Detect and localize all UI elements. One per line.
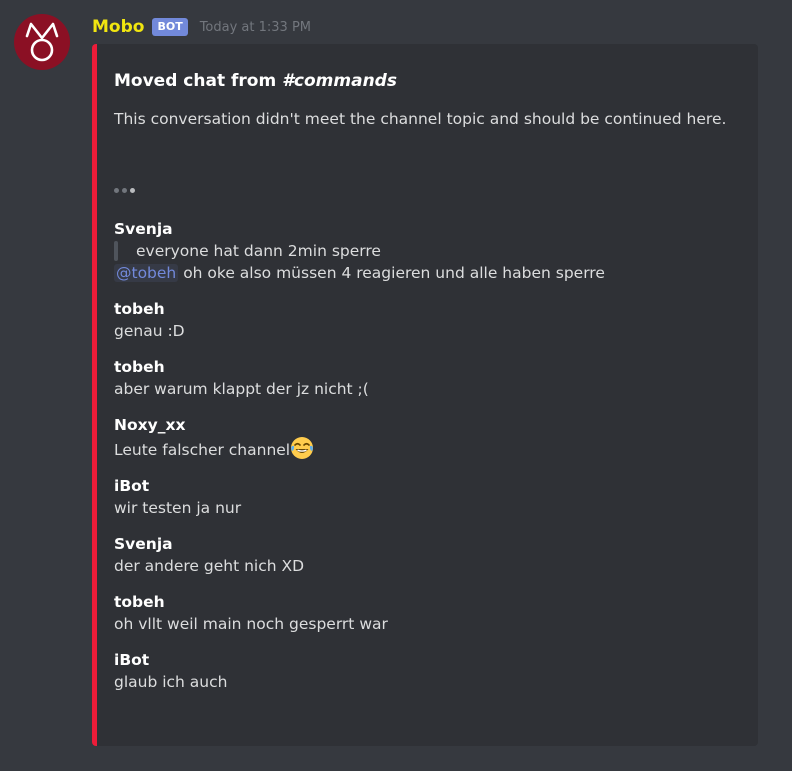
chat-message: Mobo BOT Today at 1:33 PM Moved chat fro…: [0, 0, 792, 771]
entry-text: Leute falscher channel: [114, 436, 744, 461]
quote-text: everyone hat dann 2min sperre: [136, 242, 381, 260]
entry-author: Svenja: [114, 220, 173, 238]
embed: Moved chat from #commands This conversat…: [92, 44, 758, 746]
list-item: tobeh oh vllt weil main noch gesperrt wa…: [114, 591, 744, 635]
entry-author: tobeh: [114, 593, 165, 611]
entry-author: iBot: [114, 651, 150, 669]
entry-author: Noxy_xx: [114, 416, 186, 434]
message-header: Mobo BOT Today at 1:33 PM: [92, 14, 311, 40]
quote-block: everyone hat dann 2min sperre: [114, 240, 744, 262]
entry-text: wir testen ja nur: [114, 499, 242, 517]
username[interactable]: Mobo: [92, 17, 144, 37]
list-item: tobeh genau :D: [114, 298, 744, 342]
embed-description: This conversation didn't meet the channe…: [114, 110, 727, 128]
entry-author: tobeh: [114, 358, 165, 376]
ellipsis-icon: [114, 188, 135, 193]
quote-bar: [114, 241, 118, 261]
bot-badge: BOT: [152, 18, 188, 36]
list-item: iBot glaub ich auch: [114, 649, 744, 693]
entry-author: iBot: [114, 477, 150, 495]
avatar[interactable]: [14, 14, 70, 70]
entry-text: oh vllt weil main noch gesperrt war: [114, 615, 388, 633]
embed-title: Moved chat from #commands: [114, 71, 397, 91]
entry-text-body: oh oke also müssen 4 reagieren und alle …: [178, 264, 605, 282]
entry-author: tobeh: [114, 300, 165, 318]
entry-text-body: Leute falscher channel: [114, 441, 291, 459]
timestamp: Today at 1:33 PM: [199, 19, 312, 35]
entry-text: aber warum klappt der jz nicht ;(: [114, 380, 369, 398]
list-item: Svenja everyone hat dann 2min sperre @to…: [114, 218, 744, 284]
entry-text: genau :D: [114, 322, 185, 340]
list-item: iBot wir testen ja nur: [114, 475, 744, 519]
entry-text: @tobeh oh oke also müssen 4 reagieren un…: [114, 262, 744, 284]
entry-text: der andere geht nich XD: [114, 557, 305, 575]
list-item: Noxy_xx Leute falscher channel: [114, 414, 744, 461]
moved-messages-list: Svenja everyone hat dann 2min sperre @to…: [114, 218, 744, 707]
list-item: Svenja der andere geht nich XD: [114, 533, 744, 577]
entry-author: Svenja: [114, 535, 173, 553]
entry-text: glaub ich auch: [114, 673, 228, 691]
embed-title-channel: #commands: [282, 71, 397, 91]
embed-title-prefix: Moved chat from: [114, 71, 283, 91]
joy-emoji-icon: [291, 437, 314, 459]
user-mention[interactable]: @tobeh: [114, 264, 179, 282]
list-item: tobeh aber warum klappt der jz nicht ;(: [114, 356, 744, 400]
mobo-logo-icon: [25, 22, 59, 62]
